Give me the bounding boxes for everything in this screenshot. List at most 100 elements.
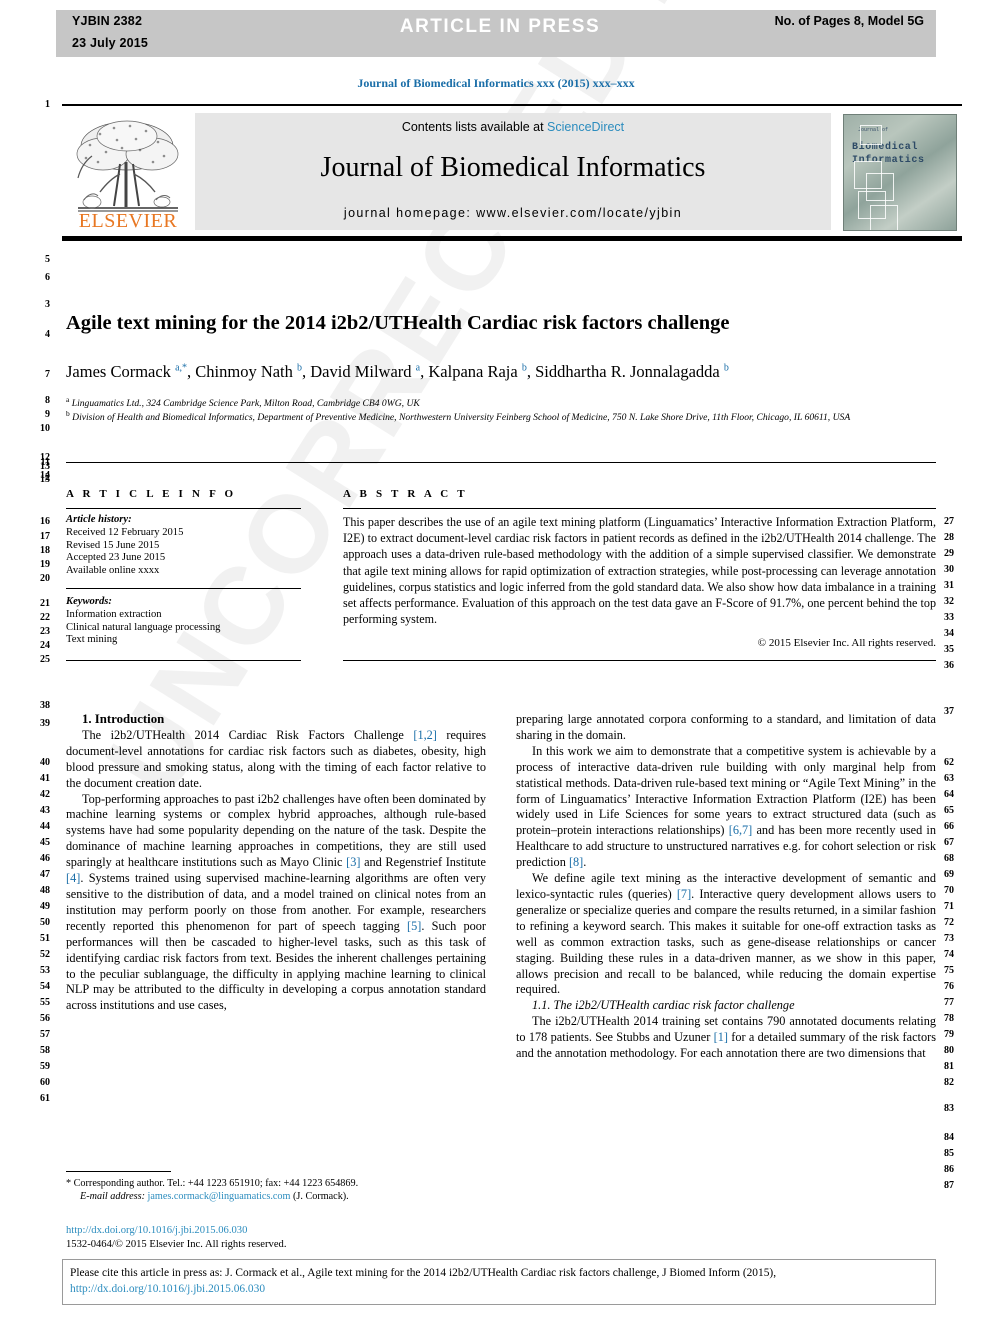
email-link[interactable]: james.cormack@linguamatics.com [148, 1191, 291, 1202]
sciencedirect-link[interactable]: ScienceDirect [547, 120, 624, 134]
abstract-rule-1 [343, 508, 936, 509]
paragraph: We define agile text mining as the inter… [516, 871, 937, 997]
proof-article-id: YJBIN 2382 [72, 14, 143, 28]
line-number: 50 [40, 917, 50, 928]
line-number: 11 [40, 457, 50, 468]
line-number: 59 [40, 1061, 50, 1072]
line-number: 8 [45, 395, 50, 406]
line-number: 42 [40, 789, 50, 800]
line-number: 39 [40, 718, 50, 729]
history-item: Revised 15 June 2015 [66, 539, 160, 551]
corresponding-author-note: * Corresponding author. Tel.: +44 1223 6… [66, 1178, 359, 1189]
line-number: 29 [944, 548, 954, 559]
history-item: Accepted 23 June 2015 [66, 552, 166, 564]
line-number: 78 [944, 1013, 954, 1024]
line-number: 25 [40, 654, 50, 665]
line-number: 35 [944, 644, 954, 655]
line-number: 3 [45, 299, 50, 310]
line-number: 38 [40, 700, 50, 711]
line-number: 48 [40, 885, 50, 896]
paragraph: In this work we aim to demonstrate that … [516, 743, 936, 870]
keywords-label: Keywords: [66, 596, 112, 607]
paragraph: Top-performing approaches to past i2b2 c… [66, 791, 487, 1013]
line-number: 30 [944, 564, 954, 575]
doi-link[interactable]: http://dx.doi.org/10.1016/j.jbi.2015.06.… [66, 1224, 496, 1238]
affiliation-b: b Division of Health and Biomedical Info… [66, 409, 851, 424]
line-number: 63 [944, 773, 954, 784]
citation-doi-link[interactable]: http://dx.doi.org/10.1016/j.jbi.2015.06.… [70, 1283, 265, 1295]
keyword-item: Information extraction [66, 608, 162, 620]
subsection-heading-1-1: 1.1. The i2b2/UTHealth cardiac risk fact… [532, 998, 795, 1013]
line-number: 70 [944, 885, 954, 896]
citation-sentence: Please cite this article in press as: J.… [70, 1267, 777, 1279]
info-top-rule [66, 462, 936, 463]
line-number: 52 [40, 949, 50, 960]
line-number: 71 [944, 901, 954, 912]
article-history-block: Article history: Received 12 February 20… [66, 514, 316, 578]
line-number: 83 [944, 1103, 954, 1114]
line-number: 36 [944, 660, 954, 671]
abstract-copyright: © 2015 Elsevier Inc. All rights reserved… [757, 637, 936, 649]
section-heading-introduction: 1. Introduction [82, 712, 165, 726]
issn-copyright: 1532-0464/© 2015 Elsevier Inc. All right… [66, 1239, 287, 1250]
page-title: Agile text mining for the 2014 i2b2/UTHe… [66, 311, 730, 334]
journal-homepage-line[interactable]: journal homepage: www.elsevier.com/locat… [195, 206, 831, 220]
line-number: 81 [944, 1061, 954, 1072]
paragraph: The i2b2/UTHealth 2014 Cardiac Risk Fact… [66, 727, 486, 790]
line-number: 27 [944, 516, 954, 527]
email-note: E-mail address: james.cormack@linguamati… [66, 1190, 496, 1203]
line-number: 1 [45, 99, 50, 110]
line-number: 46 [40, 853, 50, 864]
masthead-top-rule [62, 104, 962, 106]
masthead-bottom-rule [62, 236, 962, 241]
line-number: 28 [944, 532, 954, 543]
line-number: 23 [40, 626, 50, 637]
publication-info: http://dx.doi.org/10.1016/j.jbi.2015.06.… [66, 1224, 496, 1252]
line-number: 45 [40, 837, 50, 848]
keyword-item: Clinical natural language processing [66, 621, 221, 633]
info-rule-3 [66, 660, 301, 661]
history-item: Received 12 February 2015 [66, 526, 184, 538]
footnote-rule [66, 1171, 171, 1172]
contents-available-line: Contents lists available at ScienceDirec… [195, 120, 831, 134]
history-item: Available online xxxx [66, 565, 160, 577]
line-number: 22 [40, 612, 50, 623]
abstract-heading: A B S T R A C T [343, 488, 468, 500]
contents-prefix: Contents lists available at [401, 120, 548, 134]
email-suffix: (J. Cormack). [293, 1191, 349, 1203]
email-label: E-mail address: [80, 1191, 145, 1203]
line-number: 87 [944, 1180, 954, 1191]
line-number: 49 [40, 901, 50, 912]
elsevier-wordmark: ELSEVIER [78, 210, 178, 232]
line-number: 55 [40, 997, 50, 1008]
line-number: 41 [40, 773, 50, 784]
journal-title: Journal of Biomedical Informatics [320, 152, 706, 183]
line-number: 79 [944, 1029, 954, 1040]
line-number: 47 [40, 869, 50, 880]
line-number: 9 [45, 409, 50, 420]
line-number: 82 [944, 1077, 954, 1088]
line-number: 57 [40, 1029, 50, 1040]
cover-square-5 [860, 125, 882, 145]
line-number: 58 [40, 1045, 50, 1056]
line-number: 60 [40, 1077, 50, 1088]
line-number: 10 [40, 423, 50, 434]
line-number: 20 [40, 573, 50, 584]
line-number: 7 [45, 369, 50, 380]
line-number: 65 [944, 805, 954, 816]
line-number: 6 [45, 272, 50, 283]
abstract-text: This paper describes the use of an agile… [343, 515, 936, 627]
citation-text: Please cite this article in press as: J.… [70, 1265, 930, 1297]
line-number: 54 [40, 981, 50, 992]
running-head: Journal of Biomedical Informatics xxx (2… [357, 76, 635, 90]
line-number: 21 [40, 598, 50, 609]
line-number: 73 [944, 933, 954, 944]
line-number: 19 [40, 559, 50, 570]
journal-cover-thumbnail: Journal of Biomedical Informatics [843, 114, 957, 231]
line-number: 16 [40, 516, 50, 527]
cover-square-4 [870, 205, 898, 230]
keywords-block: Keywords: Information extraction Clinica… [66, 596, 316, 647]
keyword-item: Text mining [66, 634, 118, 646]
line-number: 34 [944, 628, 954, 639]
line-number: 72 [944, 917, 954, 928]
